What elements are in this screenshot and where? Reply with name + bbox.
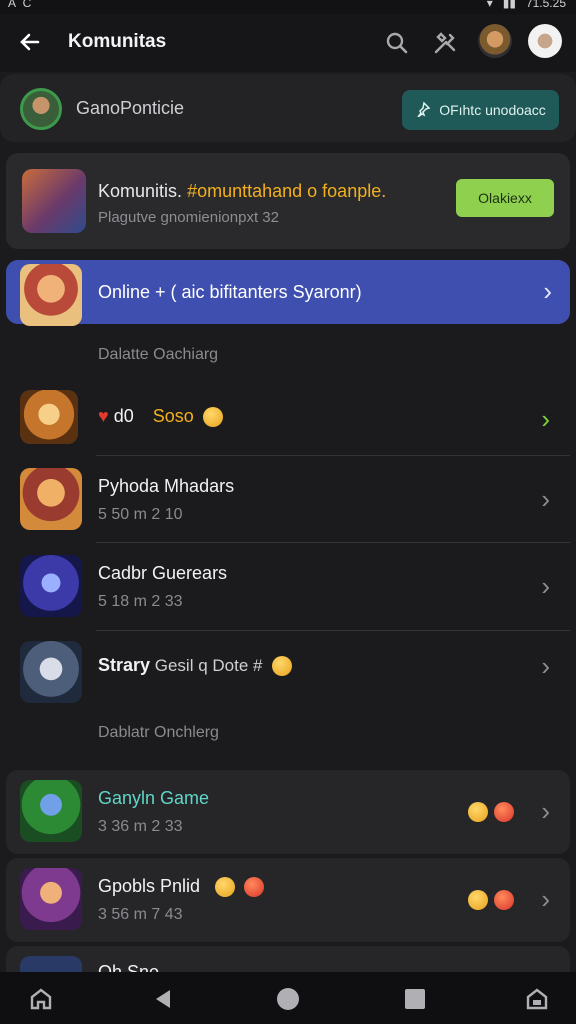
chevron-right-icon: ›	[541, 884, 550, 914]
user-action-button[interactable]: OFıhtc unodoacc	[402, 90, 559, 130]
featured-community[interactable]: Komunitis. #omunttahand o foanple. Plagu…	[6, 153, 570, 249]
emoji-icon	[202, 407, 223, 428]
tools-icon[interactable]	[428, 26, 462, 60]
back-triangle-icon[interactable]	[148, 984, 178, 1014]
wifi-icon: ▾	[486, 0, 493, 10]
list-item-title: ♥ d0 Soso	[98, 406, 223, 428]
reaction-icons	[464, 802, 514, 822]
user-action-label: OFıhtc unodoacc	[439, 102, 546, 118]
avatar[interactable]	[478, 24, 512, 58]
user-card: GanoPonticie OFıhtc unodoacc	[0, 74, 576, 142]
list-item[interactable]: Ganyln Game 3 36 m 2 33 ›	[6, 770, 570, 854]
status-bar: A C ▾ ▮▮ 71.5.25	[0, 0, 576, 14]
list-item-meta: 5 50 m 2 10	[98, 506, 183, 523]
divider	[96, 630, 570, 631]
list-item-title: Cadbr Guerears	[98, 563, 228, 583]
signal-icon: ▮▮	[502, 0, 516, 10]
emoji-icon	[215, 877, 236, 898]
store-icon[interactable]	[522, 984, 552, 1014]
chevron-right-icon: ›	[541, 571, 550, 601]
recents-square-icon[interactable]	[400, 984, 430, 1014]
featured-title-highlight: #omunttahand	[187, 181, 303, 201]
game-thumbnail	[20, 641, 82, 703]
list-item-meta: 3 36 m 2 33	[98, 818, 183, 835]
online-avatar	[20, 264, 82, 326]
list-item-title: Pyhoda Mhadars	[98, 476, 235, 496]
section-header: Dalatte Oachiarg	[98, 346, 219, 363]
list-item-meta: 3 56 m 7 43	[98, 906, 183, 923]
search-icon[interactable]	[380, 26, 414, 60]
list-item-title-text: Gpobls Pnlid	[98, 876, 201, 896]
emoji-icon	[494, 802, 514, 822]
pin-icon	[415, 100, 431, 120]
list-item-title-text: d0	[113, 406, 134, 426]
profile-avatar[interactable]	[528, 24, 562, 58]
status-time: 71.5.25	[525, 0, 566, 10]
game-thumbnail	[20, 468, 82, 530]
chevron-right-icon: ›	[541, 796, 550, 826]
home-icon[interactable]	[26, 984, 56, 1014]
status-left: A C	[8, 0, 34, 10]
list-item[interactable]: Gpobls Pnlid 3 56 m 7 43 ›	[6, 858, 570, 942]
status-right: ▾ ▮▮ 71.5.25	[486, 0, 566, 10]
list-item[interactable]: ♥ d0 Soso ›	[6, 388, 570, 448]
featured-subtitle: Plagutve gnomienionpxt 32	[98, 209, 279, 226]
chevron-right-icon: ›	[541, 484, 550, 514]
emoji-icon	[271, 656, 292, 677]
list-item[interactable]: Cadbr Guerears 5 18 m 2 33 ›	[6, 545, 570, 629]
game-thumbnail	[20, 555, 82, 617]
game-thumbnail	[20, 868, 82, 930]
list-item-extra: Soso	[152, 406, 194, 426]
user-avatar[interactable]	[20, 88, 62, 130]
online-label: Online + ( aic bifitanters Syaronr)	[98, 282, 362, 302]
user-name: GanoPonticie	[76, 98, 185, 118]
list-item-title-text: Strary	[98, 655, 151, 675]
game-thumbnail	[20, 390, 78, 444]
list-item-title: Strary Gesil q Dote #	[98, 655, 292, 677]
list-item-meta: 5 18 m 2 33	[98, 593, 183, 610]
emoji-icon	[468, 802, 488, 822]
chevron-right-icon: ›	[543, 276, 552, 306]
emoji-icon	[494, 890, 514, 910]
section-header: Dablatr Onchlerg	[98, 724, 219, 741]
list-item[interactable]: Strary Gesil q Dote # ›	[6, 633, 570, 703]
emoji-icon	[244, 877, 265, 898]
featured-title: Komunitis. #omunttahand o foanple.	[98, 181, 386, 202]
heart-icon: ♥	[98, 406, 109, 426]
online-bar[interactable]: Online + ( aic bifitanters Syaronr) ›	[6, 260, 570, 326]
list-item[interactable]: Pyhoda Mhadars 5 50 m 2 10 ›	[6, 458, 570, 542]
featured-title-main: Komunitis.	[98, 181, 183, 201]
back-arrow-icon[interactable]	[16, 28, 44, 56]
featured-title-rest: o foanple.	[302, 181, 387, 201]
home-circle-icon[interactable]	[273, 984, 303, 1014]
featured-join-button[interactable]: Olakiexx	[456, 179, 554, 217]
featured-game-image	[22, 169, 86, 233]
list-item-title-rest: Gesil q Dote #	[150, 656, 263, 675]
page-title: Komunitas	[68, 31, 167, 52]
chevron-right-icon: ›	[541, 404, 550, 434]
emoji-icon	[468, 890, 488, 910]
chevron-right-icon: ›	[541, 651, 550, 681]
divider	[96, 455, 570, 456]
divider	[96, 542, 570, 543]
app-bar: Komunitas	[0, 14, 576, 72]
system-nav-bar	[0, 972, 576, 1024]
list-item-title: Ganyln Game	[98, 788, 210, 808]
reaction-icons	[464, 890, 514, 910]
list-item-title: Gpobls Pnlid	[98, 876, 265, 898]
game-thumbnail	[20, 780, 82, 842]
